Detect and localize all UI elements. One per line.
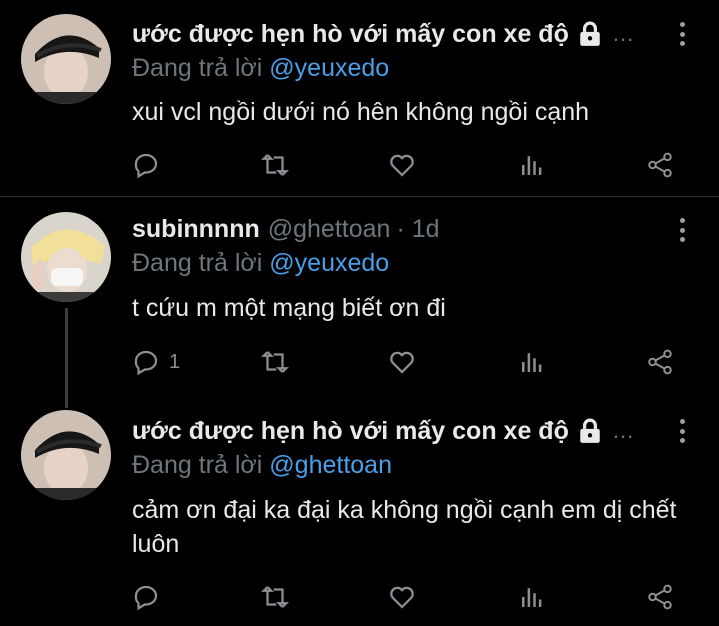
tweet-2[interactable]: subinnnnn @ghettoan · 1d Đang trả lời @y… [0, 197, 719, 407]
reply-context: Đang trả lời @yeuxedo [132, 54, 389, 83]
analytics-icon [522, 588, 542, 607]
avatar[interactable] [21, 212, 111, 302]
share-button[interactable] [645, 580, 675, 614]
retweet-icon [261, 586, 289, 608]
like-button[interactable] [387, 148, 417, 182]
action-bar [0, 580, 719, 614]
handle[interactable]: @ghettoan [268, 215, 391, 244]
heart-icon [390, 154, 414, 177]
reply-icon [134, 350, 158, 376]
reply-icon [134, 585, 158, 611]
truncation-mark: ... [612, 21, 635, 46]
reply-prefix: Đang trả lời [132, 249, 270, 277]
reply-prefix: Đang trả lời [132, 451, 270, 479]
reply-icon [134, 153, 158, 179]
reply-count: 1 [169, 350, 181, 373]
tweet-header: subinnnnn @ghettoan · 1d [132, 209, 440, 249]
analytics-icon [522, 353, 542, 372]
retweet-button[interactable] [260, 148, 290, 182]
retweet-button[interactable] [260, 580, 290, 614]
more-vertical-icon[interactable] [679, 218, 685, 242]
reply-button[interactable] [131, 580, 161, 614]
truncation-mark: ... [612, 418, 635, 443]
reply-button[interactable]: 1 [131, 345, 180, 379]
analytics-button[interactable] [517, 345, 547, 379]
analytics-button[interactable] [517, 148, 547, 182]
heart-icon [390, 586, 414, 609]
share-icon [648, 349, 672, 375]
share-button[interactable] [645, 148, 675, 182]
tweet-3[interactable]: ước được hẹn hò với mấy con xe độ ... Đa… [0, 408, 719, 626]
tweet-text: cảm ơn đại ka đại ka không ngồi cạnh em … [132, 496, 677, 558]
tweet-text: t cứu m một mạng biết ơn đi [132, 294, 446, 322]
retweet-icon [261, 154, 289, 176]
action-bar: 1 [0, 345, 719, 379]
tweet-header: ước được hẹn hò với mấy con xe độ ... [132, 14, 634, 54]
share-button[interactable] [645, 345, 675, 379]
mention-link[interactable]: @ghettoan [269, 451, 392, 479]
retweet-icon [261, 351, 289, 373]
share-icon [648, 152, 672, 178]
lock-icon [580, 21, 600, 46]
reply-prefix: Đang trả lời [132, 54, 270, 82]
reply-button[interactable] [131, 148, 161, 182]
action-bar [0, 148, 719, 182]
analytics-icon [522, 156, 542, 175]
like-button[interactable] [387, 345, 417, 379]
avatar[interactable] [21, 14, 111, 104]
display-name[interactable]: ước được hẹn hò với mấy con xe độ [132, 417, 569, 446]
mention-link[interactable]: @yeuxedo [269, 54, 389, 82]
tweet-text: xui vcl ngồi dưới nó hên không ngồi cạnh [132, 98, 590, 126]
reply-context: Đang trả lời @yeuxedo [132, 249, 389, 278]
lock-icon [580, 418, 600, 443]
analytics-button[interactable] [517, 580, 547, 614]
avatar[interactable] [21, 410, 111, 500]
more-vertical-icon[interactable] [679, 22, 685, 46]
more-vertical-icon[interactable] [679, 419, 685, 443]
display-name[interactable]: ước được hẹn hò với mấy con xe độ [132, 20, 569, 49]
display-name[interactable]: subinnnnn [132, 215, 260, 244]
retweet-button[interactable] [260, 345, 290, 379]
heart-icon [390, 351, 414, 374]
like-button[interactable] [387, 580, 417, 614]
tweet-1[interactable]: ước được hẹn hò với mấy con xe độ ... Đa… [0, 0, 719, 195]
reply-context: Đang trả lời @ghettoan [132, 451, 392, 480]
share-icon [648, 584, 672, 610]
mention-link[interactable]: @yeuxedo [269, 249, 389, 277]
tweet-header: ước được hẹn hò với mấy con xe độ ... [132, 411, 634, 451]
timestamp[interactable]: · 1d [396, 215, 439, 244]
